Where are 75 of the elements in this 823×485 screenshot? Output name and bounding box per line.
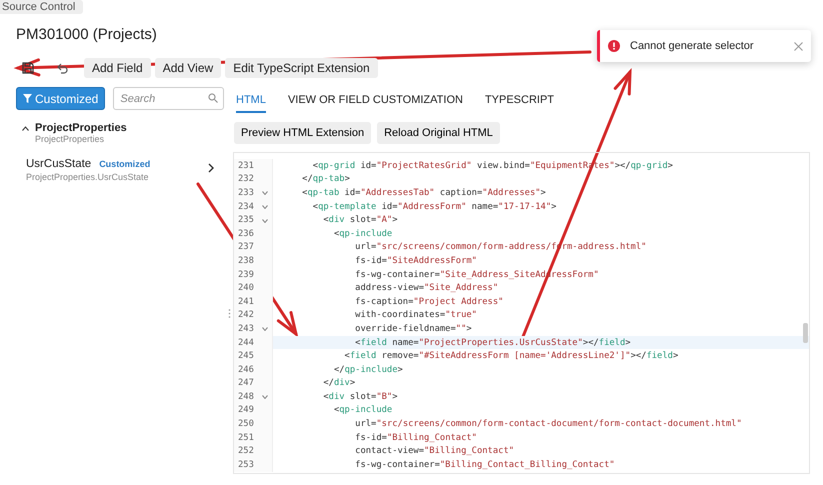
line-number: 234: [237, 202, 255, 212]
code-line: override-fieldname="">: [354, 324, 472, 334]
editor-tab[interactable]: VIEW OR FIELD CUSTOMIZATION: [288, 88, 463, 113]
fold-caret-icon[interactable]: [262, 327, 268, 332]
code-line: fs-caption="Project Address": [354, 296, 504, 307]
line-number: 251: [237, 432, 255, 443]
customized-label: Customized: [99, 159, 150, 169]
code-line: <field name="ProjectProperties.UsrCusState"></field>: [354, 338, 631, 348]
search-icon: [208, 93, 218, 103]
line-number: 247: [237, 378, 255, 388]
editor-button[interactable]: Preview HTML Extension: [234, 122, 372, 144]
tree-node-path: ProjectProperties: [35, 134, 106, 144]
fold-caret-icon[interactable]: [262, 191, 268, 196]
line-number: 232: [237, 174, 255, 184]
code-line: <div slot="B">: [322, 392, 398, 402]
line-number: 248: [237, 392, 255, 402]
line-number: 235: [237, 215, 255, 226]
close-icon[interactable]: [794, 42, 803, 50]
filter-button[interactable]: Customized: [16, 87, 106, 110]
search-field[interactable]: Search: [113, 87, 224, 110]
line-number: 252: [237, 446, 255, 456]
line-number: 237: [237, 242, 255, 252]
tree-node-name[interactable]: ProjectProperties: [35, 122, 127, 134]
line-number: 245: [237, 351, 255, 362]
toast-message: Cannot generate selector: [630, 40, 755, 52]
code-line: fs-id="Billing_Contact": [354, 432, 477, 443]
tree-item-name[interactable]: UsrCusState: [26, 158, 92, 170]
line-number: 253: [237, 460, 255, 470]
code-line: </div>: [322, 378, 356, 388]
code-line: fs-id="SiteAddressForm": [354, 256, 477, 266]
toolbar-button[interactable]: Add Field: [84, 58, 151, 78]
line-number: 239: [237, 270, 255, 280]
line-number: 241: [237, 296, 255, 307]
tree-item-path: ProjectProperties.UsrCusState: [26, 172, 150, 182]
fold-caret-icon[interactable]: [262, 218, 268, 223]
scrollbar-thumb[interactable]: [803, 323, 808, 343]
line-number: 249: [237, 405, 255, 416]
toolbar-button[interactable]: Add View: [154, 58, 222, 78]
line-number: 238: [237, 256, 255, 266]
source-control-tab[interactable]: Source Control: [0, 0, 84, 14]
toolbar-button[interactable]: Edit TypeScript Extension: [225, 58, 378, 78]
line-number: 243: [237, 324, 255, 334]
line-number: 240: [237, 283, 255, 294]
fold-caret-icon[interactable]: [262, 395, 268, 400]
code-line: <qp-include: [332, 405, 392, 416]
line-number: 236: [237, 228, 255, 239]
fold-caret-icon[interactable]: [262, 205, 268, 210]
code-line: <qp-include: [332, 228, 392, 239]
code-editor[interactable]: [233, 152, 810, 474]
code-line: address-view="Site_Address": [354, 283, 498, 294]
drag-handle-icon[interactable]: [228, 309, 231, 318]
code-line: with-coordinates="true": [354, 310, 477, 320]
line-number: 244: [237, 338, 255, 348]
code-line: url="src/screens/common/form-contact-document/form-contact-document.html": [354, 419, 742, 430]
page-title: PM301000 (Projects): [16, 26, 157, 43]
editor-tab[interactable]: HTML: [236, 88, 266, 113]
editor-tab[interactable]: TYPESCRIPT: [484, 88, 554, 113]
code-line: fs-wg-container="Billing_Contact_Billing_Contact": [354, 460, 615, 470]
code-line: <field remove="#SiteAddressForm [name='AddressLine2']"></field>: [344, 351, 678, 362]
line-number: 233: [237, 188, 255, 198]
collapse-caret-icon[interactable]: [22, 126, 29, 131]
code-line: </qp-tab>: [301, 174, 350, 184]
line-number: 246: [237, 364, 255, 375]
code-line: <qp-tab id="AddressesTab" caption="Addresses">: [301, 188, 546, 198]
line-number: 250: [237, 419, 255, 430]
filter-icon: [23, 94, 32, 103]
line-number: 231: [237, 160, 255, 171]
code-line: <div slot="A">: [322, 215, 398, 226]
error-icon: [608, 40, 620, 52]
chevron-right-icon[interactable]: [208, 163, 214, 173]
code-line: contact-view="Billing_Contact": [354, 446, 514, 456]
editor-button[interactable]: Reload Original HTML: [377, 122, 500, 144]
line-number: 242: [237, 310, 255, 320]
code-line: </qp-include>: [332, 364, 403, 375]
code-line: <qp-template id="AddressForm" name="17-17-14">: [312, 202, 556, 212]
